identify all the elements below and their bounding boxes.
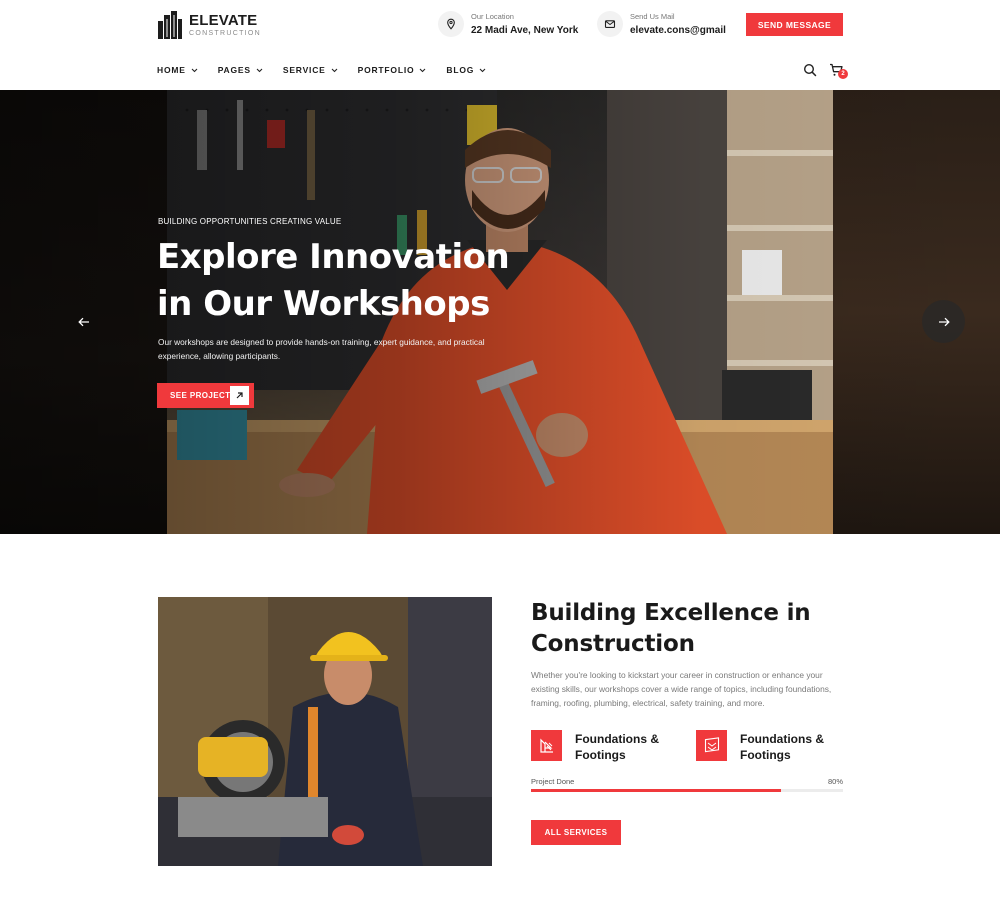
nav-item-blog[interactable]: BLOG	[446, 65, 486, 75]
nav-item-home[interactable]: HOME	[157, 65, 198, 75]
about-image	[158, 597, 492, 866]
chevron-down-icon	[420, 68, 426, 72]
arrow-up-right-icon	[230, 386, 249, 405]
progress-label: Project Done	[531, 777, 575, 786]
nav-item-pages[interactable]: PAGES	[218, 65, 263, 75]
progress-bar	[531, 789, 843, 792]
map-pin-icon	[438, 11, 464, 37]
mail-label: Send Us Mail	[630, 12, 675, 21]
hero-slider: BUILDING OPPORTUNITIES CREATING VALUE Ex…	[0, 90, 1000, 534]
feature-item: Foundations & Footings	[696, 730, 830, 763]
chevron-down-icon	[331, 68, 337, 72]
all-services-button[interactable]: ALL SERVICES	[531, 820, 621, 845]
main-nav: HOME PAGES SERVICE PORTFOLIO BLOG	[157, 65, 506, 75]
chevron-down-icon	[479, 68, 486, 72]
nav-item-label: PAGES	[217, 65, 251, 75]
nav-item-service[interactable]: SERVICE	[283, 65, 338, 75]
see-project-button[interactable]: SEE PROJECT	[157, 383, 254, 408]
mail-value[interactable]: elevate.cons@gmail	[630, 25, 726, 36]
nav-item-label: PORTFOLIO	[357, 65, 415, 75]
arrow-right-icon	[938, 317, 950, 326]
hero-title: Explore Innovation in Our Workshops	[157, 237, 510, 324]
slider-prev-button[interactable]	[64, 302, 104, 342]
location-info: Our Location 22 Madi Ave, New York	[438, 11, 578, 37]
hero-description: Our workshops are designed to provide ha…	[158, 337, 485, 361]
arrow-left-icon	[78, 317, 89, 327]
chevron-down-icon	[191, 68, 198, 72]
brand-tagline: CONSTRUCTION	[189, 30, 261, 37]
see-project-label: SEE PROJECT	[170, 391, 231, 400]
feature-label: Foundations & Footings	[740, 732, 824, 762]
nav-item-label: SERVICE	[282, 65, 326, 75]
about-description: Whether you're looking to kickstart your…	[531, 670, 832, 708]
floor-plan-icon	[696, 730, 727, 761]
chevron-down-icon	[256, 68, 263, 72]
mail-info[interactable]: Send Us Mail elevate.cons@gmail	[597, 11, 726, 37]
brand-name: ELEVATE	[189, 12, 258, 29]
hero-tagline: BUILDING OPPORTUNITIES CREATING VALUE	[158, 217, 342, 226]
blueprint-icon	[531, 730, 562, 761]
worker-saw-photo-illustration	[158, 597, 492, 866]
nav-item-portfolio[interactable]: PORTFOLIO	[358, 65, 427, 75]
location-label: Our Location	[471, 12, 514, 21]
progress-percentage: 80%	[827, 777, 843, 786]
feature-item: Foundations & Footings	[531, 730, 665, 763]
site-header: ELEVATE CONSTRUCTION Our Location 22 Mad…	[0, 0, 1000, 52]
send-message-button[interactable]: SEND MESSAGE	[746, 13, 843, 36]
location-value: 22 Madi Ave, New York	[471, 25, 579, 36]
progress-bar-fill	[531, 789, 781, 792]
nav-item-label: HOME	[157, 65, 186, 75]
nav-item-label: BLOG	[446, 65, 475, 75]
envelope-icon	[597, 11, 623, 37]
about-title: Building Excellence in Construction	[531, 600, 811, 657]
slider-next-button[interactable]	[922, 300, 965, 343]
brand-logo[interactable]: ELEVATE CONSTRUCTION	[157, 10, 261, 40]
search-icon[interactable]	[803, 63, 817, 82]
cart-count-badge: 2	[838, 69, 848, 79]
building-logo-icon	[158, 11, 182, 39]
feature-label: Foundations & Footings	[575, 732, 659, 762]
